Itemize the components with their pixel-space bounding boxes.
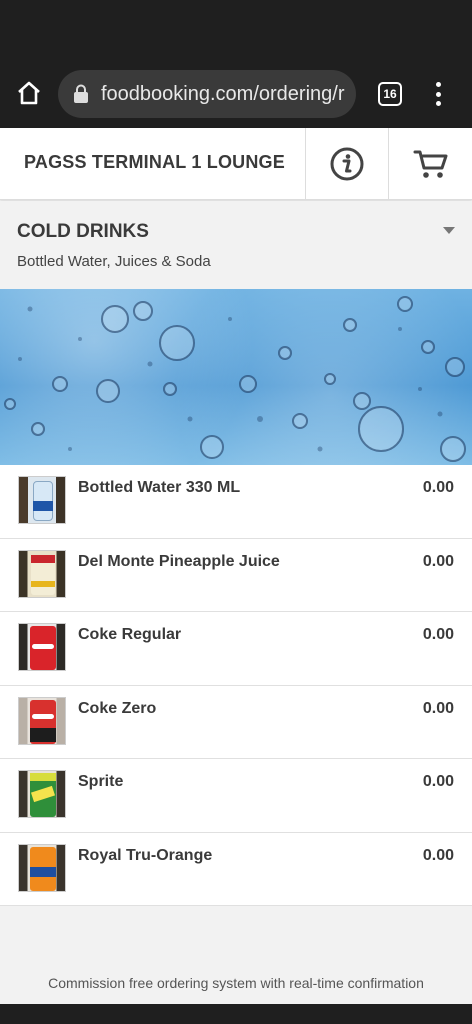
list-item[interactable]: Del Monte Pineapple Juice 0.00 [0, 539, 472, 612]
browser-menu-icon[interactable] [430, 82, 446, 106]
item-thumbnail [18, 696, 66, 745]
home-icon[interactable] [14, 78, 44, 108]
item-price: 0.00 [422, 699, 454, 717]
item-list: Bottled Water 330 ML 0.00 Del Monte Pine… [0, 465, 472, 906]
item-thumbnail [18, 843, 66, 892]
item-name: Coke Regular [78, 626, 182, 643]
address-bar[interactable]: foodbooking.com/ordering/r [58, 70, 356, 118]
item-thumbnail [18, 549, 66, 598]
item-price: 0.00 [422, 846, 454, 864]
cart-icon [413, 150, 447, 178]
category-banner-image [0, 289, 472, 465]
item-thumbnail [18, 623, 66, 671]
url-text: foodbooking.com/ordering/r [101, 83, 345, 105]
list-item[interactable]: Coke Regular 0.00 [0, 612, 472, 686]
chevron-down-icon[interactable] [443, 227, 455, 234]
status-bar [0, 0, 472, 60]
info-button[interactable] [305, 128, 388, 200]
list-item[interactable]: Royal Tru-Orange 0.00 [0, 833, 472, 906]
item-name: Coke Zero [78, 699, 157, 717]
category-subtitle: Bottled Water, Juices & Soda [17, 253, 211, 270]
category-title: COLD DRINKS [17, 221, 149, 242]
item-name: Royal Tru-Orange [78, 846, 213, 864]
item-thumbnail [18, 476, 66, 524]
item-price: 0.00 [422, 552, 454, 570]
item-price: 0.00 [422, 626, 454, 643]
footer-tagline: Commission free ordering system with rea… [48, 975, 424, 991]
info-icon [330, 147, 363, 181]
tab-count: 16 [383, 87, 397, 101]
tab-switcher-button[interactable]: 16 [378, 82, 402, 106]
lock-icon [73, 84, 89, 104]
item-price: 0.00 [422, 773, 454, 790]
venue-name: PAGSS TERMINAL 1 LOUNGE [24, 152, 285, 172]
system-nav-bar [0, 1004, 472, 1024]
cart-button[interactable] [389, 128, 472, 200]
browser-toolbar: foodbooking.com/ordering/r 16 [0, 60, 472, 128]
item-name: Bottled Water 330 ML [78, 479, 241, 496]
list-item[interactable]: Sprite 0.00 [0, 759, 472, 833]
app-header: PAGSS TERMINAL 1 LOUNGE [0, 128, 472, 200]
list-item[interactable]: Bottled Water 330 ML 0.00 [0, 465, 472, 539]
item-thumbnail [18, 770, 66, 818]
item-name: Sprite [78, 773, 124, 790]
list-item[interactable]: Coke Zero 0.00 [0, 686, 472, 759]
item-name: Del Monte Pineapple Juice [78, 552, 280, 570]
item-price: 0.00 [422, 479, 454, 496]
category-header[interactable]: COLD DRINKS Bottled Water, Juices & Soda [0, 201, 472, 289]
